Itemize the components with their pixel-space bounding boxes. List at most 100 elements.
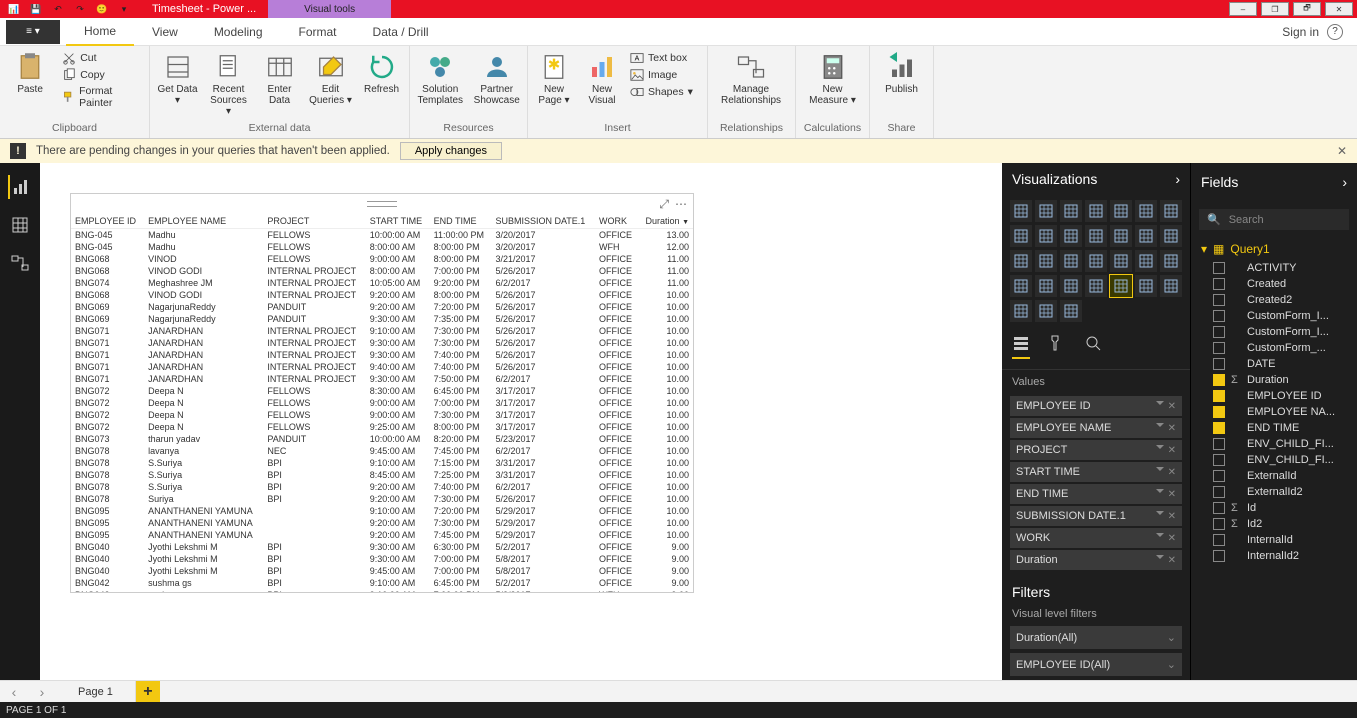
solution-templates-button[interactable]: Solution Templates [414, 50, 467, 108]
table-row[interactable]: BNG095ANANTHANENI YAMUNA9:10:00 AM7:20:0… [71, 505, 693, 517]
viz-area-stacked-icon[interactable] [1035, 225, 1057, 247]
viz-r-icon[interactable] [1160, 275, 1182, 297]
viz-multi-card-icon[interactable] [1035, 275, 1057, 297]
value-well[interactable]: EMPLOYEE NAME✕ [1010, 418, 1182, 438]
table-row[interactable]: BNG040Jyothi Lekshmi MBPI9:45:00 AM7:00:… [71, 565, 693, 577]
field-item[interactable]: ΣDuration [1191, 372, 1357, 388]
viz-arcgis-icon[interactable] [1010, 300, 1032, 322]
col-header[interactable]: SUBMISSION DATE.1 [491, 214, 595, 229]
field-item[interactable]: ΣId [1191, 500, 1357, 516]
value-well[interactable]: EMPLOYEE ID✕ [1010, 396, 1182, 416]
visual-level-filter[interactable]: EMPLOYEE ID(All)⌄ [1010, 653, 1182, 676]
viz-pie-icon[interactable] [1010, 250, 1032, 272]
col-header[interactable]: PROJECT [263, 214, 365, 229]
restore-button[interactable]: 🗗 [1293, 2, 1321, 16]
field-item[interactable]: CustomForm_... [1191, 340, 1357, 356]
col-header[interactable]: START TIME [366, 214, 430, 229]
format-painter-button[interactable]: Format Painter [60, 84, 145, 110]
viz-waterfall-icon[interactable] [1135, 225, 1157, 247]
field-item[interactable]: ΣId2 [1191, 516, 1357, 532]
get-data-button[interactable]: Get Data ▾ [154, 50, 201, 108]
col-header[interactable]: EMPLOYEE NAME [144, 214, 263, 229]
field-item[interactable]: EMPLOYEE ID [1191, 388, 1357, 404]
table-row[interactable]: BNG040Jyothi Lekshmi MBPI9:30:00 AM6:30:… [71, 541, 693, 553]
infobar-close-icon[interactable]: ✕ [1337, 144, 1347, 158]
focus-mode-icon[interactable]: ⤢ [659, 197, 669, 212]
viz-filled-map-icon[interactable] [1110, 250, 1132, 272]
table-row[interactable]: BNG078S.SuriyaBPI8:45:00 AM7:25:00 PM3/3… [71, 469, 693, 481]
contextual-tab-visual-tools[interactable]: Visual tools [268, 0, 391, 18]
query-node[interactable]: ▾▦Query1 [1191, 238, 1357, 260]
table-row[interactable]: BNG068VINODFELLOWS9:00:00 AM8:00:00 PM3/… [71, 253, 693, 265]
viz-column-clustered-icon[interactable] [1085, 200, 1107, 222]
report-view-icon[interactable] [8, 175, 32, 199]
table-row[interactable]: BNG072Deepa NFELLOWS9:00:00 AM7:00:00 PM… [71, 397, 693, 409]
value-well[interactable]: START TIME✕ [1010, 462, 1182, 482]
table-row[interactable]: BNG071JANARDHANINTERNAL PROJECT9:40:00 A… [71, 361, 693, 373]
table-row[interactable]: BNG069NagarjunaReddyPANDUIT9:20:00 AM7:2… [71, 301, 693, 313]
field-item[interactable]: CustomForm_I... [1191, 324, 1357, 340]
value-well[interactable]: Duration✕ [1010, 550, 1182, 570]
table-row[interactable]: BNG042sushma gsBPI9:10:00 AM7:00:00 PM5/… [71, 589, 693, 592]
field-checkbox[interactable] [1213, 390, 1225, 402]
field-checkbox[interactable] [1213, 486, 1225, 498]
col-header[interactable]: EMPLOYEE ID [71, 214, 144, 229]
publish-button[interactable]: Publish [874, 50, 929, 97]
viz-py-icon[interactable] [1035, 300, 1057, 322]
value-well[interactable]: WORK✕ [1010, 528, 1182, 548]
field-checkbox[interactable] [1213, 550, 1225, 562]
help-icon[interactable]: ? [1327, 24, 1343, 40]
collapse-visualizations-icon[interactable]: › [1175, 171, 1180, 187]
table-row[interactable]: BNG071JANARDHANINTERNAL PROJECT9:30:00 A… [71, 349, 693, 361]
field-checkbox[interactable] [1213, 438, 1225, 450]
table-visual[interactable]: ⤢ ⋯ EMPLOYEE IDEMPLOYEE NAMEPROJECTSTART… [70, 193, 694, 593]
cut-button[interactable]: Cut [60, 50, 145, 66]
signin-link[interactable]: Sign in [1282, 25, 1319, 39]
close-button[interactable]: ✕ [1325, 2, 1353, 16]
viz-ribbon-icon[interactable] [1110, 225, 1132, 247]
data-view-icon[interactable] [8, 213, 32, 237]
collapse-fields-icon[interactable]: › [1342, 174, 1347, 190]
viz-line-col-stacked-icon[interactable] [1085, 225, 1107, 247]
minimize-button[interactable]: – [1229, 2, 1257, 16]
ribbon-tab-view[interactable]: View [134, 18, 196, 46]
field-item[interactable]: EMPLOYEE NA... [1191, 404, 1357, 420]
field-checkbox[interactable] [1213, 294, 1225, 306]
table-row[interactable]: BNG068VINOD GODIINTERNAL PROJECT8:00:00 … [71, 265, 693, 277]
field-item[interactable]: ExternalId2 [1191, 484, 1357, 500]
recent-sources-button[interactable]: Recent Sources ▾ [205, 50, 252, 119]
field-item[interactable]: ExternalId [1191, 468, 1357, 484]
table-row[interactable]: BNG069NagarjunaReddyPANDUIT9:30:00 AM7:3… [71, 313, 693, 325]
redo-icon[interactable]: ↷ [70, 2, 90, 16]
viz-column-stacked-icon[interactable] [1060, 200, 1082, 222]
field-item[interactable]: ENV_CHILD_FI... [1191, 436, 1357, 452]
viz-line-col-icon[interactable] [1060, 225, 1082, 247]
analytics-well-icon[interactable] [1084, 334, 1102, 359]
viz-bar-clustered-icon[interactable] [1035, 200, 1057, 222]
table-row[interactable]: BNG068VINOD GODIINTERNAL PROJECT9:20:00 … [71, 289, 693, 301]
field-checkbox[interactable] [1213, 518, 1225, 530]
shapes-button[interactable]: Shapes ▾ [628, 84, 695, 100]
field-checkbox[interactable] [1213, 326, 1225, 338]
viz-map-icon[interactable] [1085, 250, 1107, 272]
new-visual-button[interactable]: New Visual [580, 50, 624, 108]
field-item[interactable]: InternalId [1191, 532, 1357, 548]
viz-matrix-icon[interactable] [1135, 275, 1157, 297]
ribbon-tab-format[interactable]: Format [281, 18, 355, 46]
col-header[interactable]: END TIME [430, 214, 492, 229]
table-row[interactable]: BNG071JANARDHANINTERNAL PROJECT9:10:00 A… [71, 325, 693, 337]
field-checkbox[interactable] [1213, 534, 1225, 546]
viz-column-100-icon[interactable] [1110, 200, 1132, 222]
viz-table-icon[interactable] [1110, 275, 1132, 297]
table-row[interactable]: BNG071JANARDHANINTERNAL PROJECT9:30:00 A… [71, 373, 693, 385]
field-item[interactable]: InternalId2 [1191, 548, 1357, 564]
page-tab-1[interactable]: Page 1 [56, 681, 136, 702]
field-item[interactable]: ACTIVITY [1191, 260, 1357, 276]
viz-slicer-icon[interactable] [1085, 275, 1107, 297]
edit-queries-button[interactable]: Edit Queries ▾ [307, 50, 354, 108]
viz-line-icon[interactable] [1160, 200, 1182, 222]
ribbon-tab-home[interactable]: Home [66, 18, 134, 46]
table-row[interactable]: BNG-045MadhuFELLOWS8:00:00 AM8:00:00 PM3… [71, 241, 693, 253]
table-row[interactable]: BNG095ANANTHANENI YAMUNA9:20:00 AM7:45:0… [71, 529, 693, 541]
viz-treemap-icon[interactable] [1060, 250, 1082, 272]
